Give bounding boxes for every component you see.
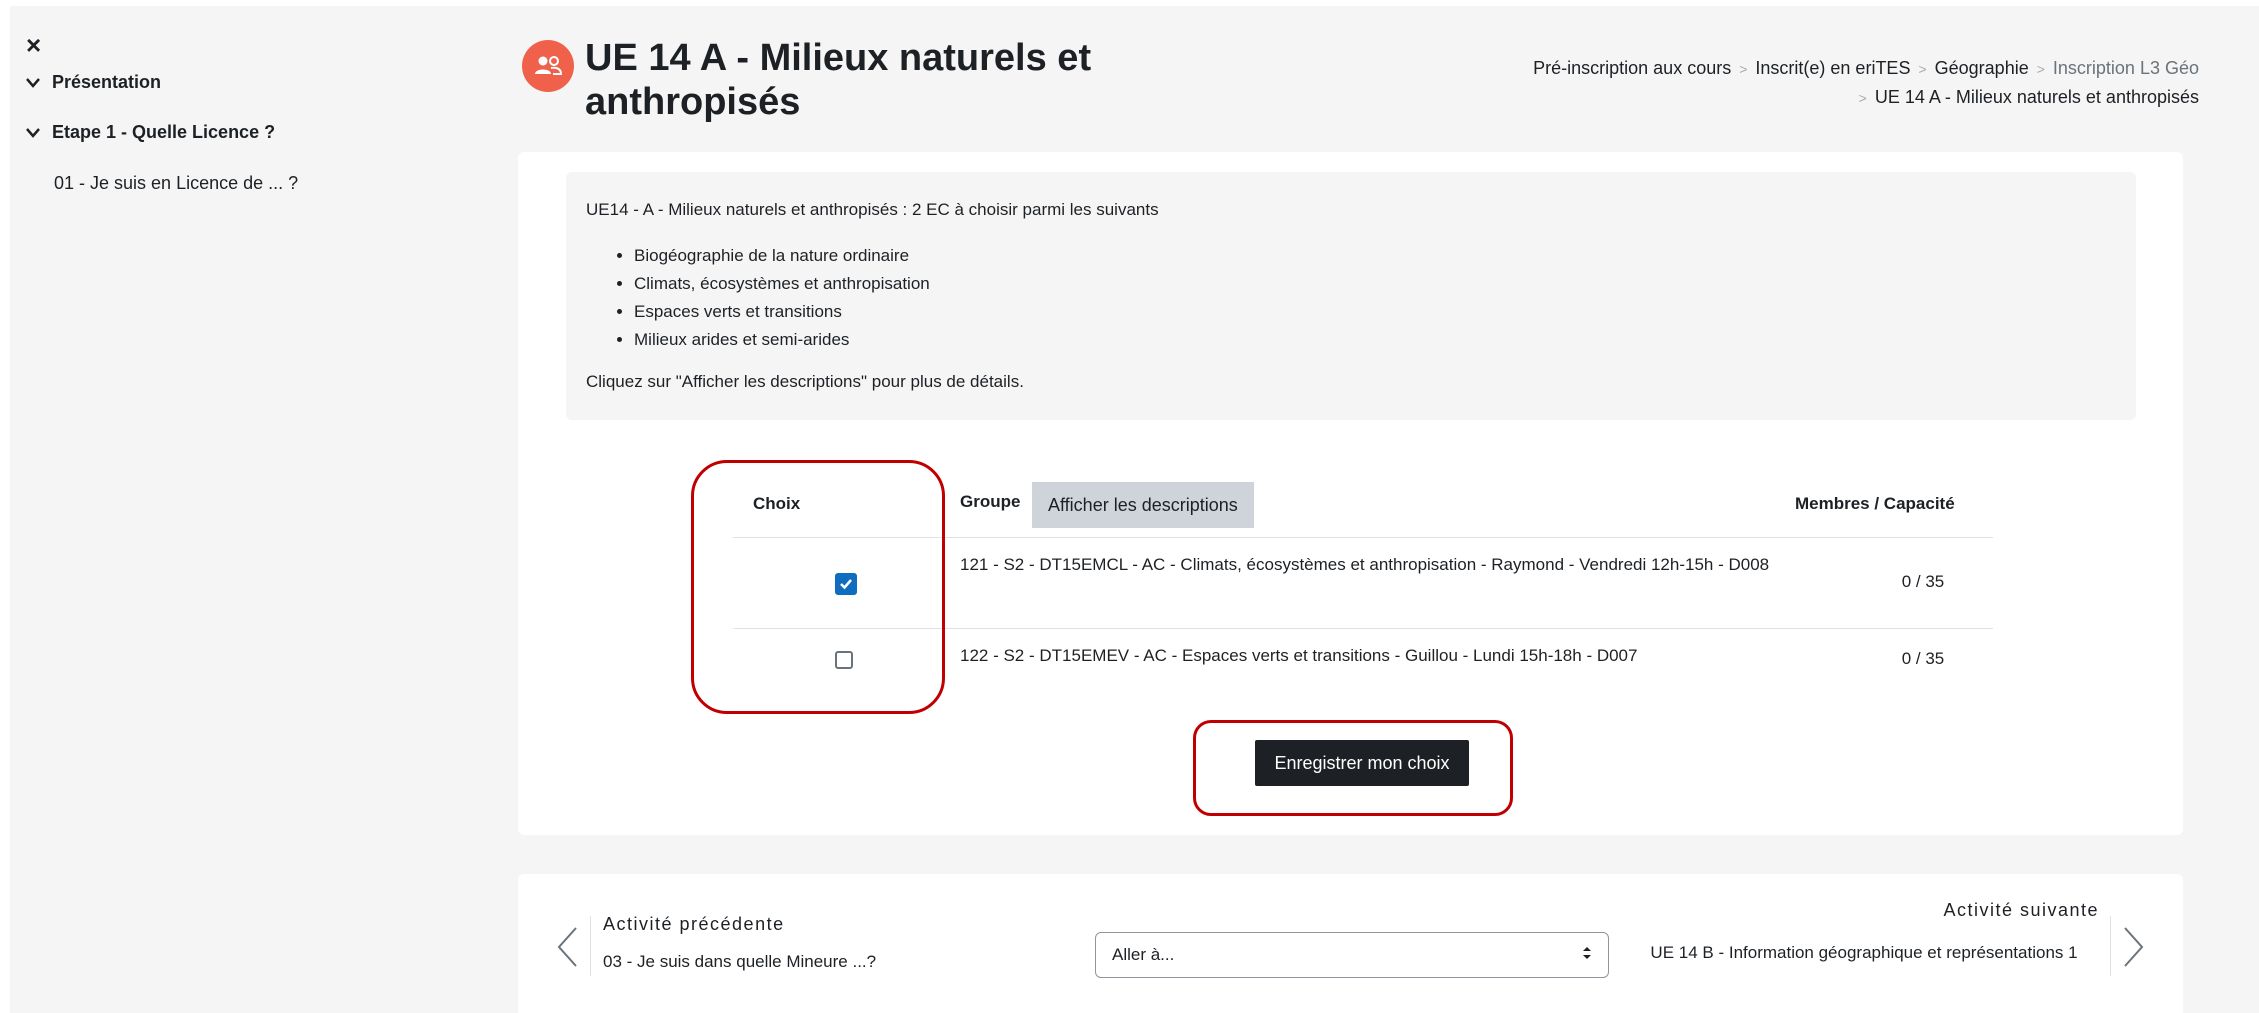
highlight-choice-column <box>691 460 945 714</box>
activity-navigation: Activité précédente 03 - Je suis dans qu… <box>518 874 2183 1013</box>
group-icon <box>522 40 574 92</box>
course-index-drawer: × Présentation Etape 1 - Quelle Licence … <box>10 6 352 1013</box>
next-activity-link[interactable]: UE 14 B - Information géographique et re… <box>1629 940 2099 966</box>
capacity-value: 0 / 35 <box>1901 572 1945 591</box>
breadcrumb-item[interactable]: Inscription L3 Géo <box>2053 58 2199 78</box>
jump-to-value: Aller à... <box>1112 945 1175 964</box>
group-label: 122 - S2 - DT15EMEV - AC - Espaces verts… <box>960 646 1638 665</box>
chevron-right-icon: > <box>1739 61 1748 77</box>
list-item: Milieux arides et semi-arides <box>634 326 2116 354</box>
chevron-right-icon: > <box>1858 90 1867 106</box>
list-item: Climats, écosystèmes et anthropisation <box>634 270 2116 298</box>
section-label: Etape 1 - Quelle Licence ? <box>52 122 276 142</box>
column-header-members: Membres / Capacité <box>1795 494 1955 513</box>
chevron-right-icon[interactable] <box>2123 926 2145 975</box>
breadcrumb-item[interactable]: Géographie <box>1935 58 2029 78</box>
group-label: 121 - S2 - DT15EMCL - AC - Climats, écos… <box>960 555 1770 574</box>
list-item: Espaces verts et transitions <box>634 298 2116 326</box>
chevron-right-icon: > <box>2036 61 2045 77</box>
previous-activity-link[interactable]: 03 - Je suis dans quelle Mineure ...? <box>603 952 876 972</box>
page-frame: × Présentation Etape 1 - Quelle Licence … <box>10 6 2259 1013</box>
show-descriptions-button[interactable]: Afficher les descriptions <box>1032 482 1254 528</box>
breadcrumb-item-current: UE 14 A - Milieux naturels et anthropisé… <box>1874 87 2199 107</box>
chevron-down-icon[interactable] <box>26 125 42 141</box>
column-header-group: Groupe <box>960 492 1021 511</box>
section-label: Présentation <box>52 72 162 92</box>
divider <box>2110 916 2111 976</box>
chevron-left-icon[interactable] <box>556 926 578 975</box>
section-presentation[interactable]: Présentation <box>26 72 161 93</box>
previous-activity-label: Activité précédente <box>603 914 785 934</box>
intro-note: Cliquez sur "Afficher les descriptions" … <box>586 372 1024 391</box>
divider <box>590 916 591 976</box>
drawer-item-licence[interactable]: 01 - Je suis en Licence de ... ? <box>54 173 298 194</box>
list-item: Biogéographie de la nature ordinaire <box>634 242 2116 270</box>
section-etape-1[interactable]: Etape 1 - Quelle Licence ? <box>26 122 275 143</box>
breadcrumb-item[interactable]: Inscrit(e) en eriTES <box>1755 58 1910 78</box>
intro-lead: UE14 - A - Milieux naturels et anthropis… <box>586 200 1159 219</box>
close-drawer-icon[interactable]: × <box>26 30 41 61</box>
chevron-right-icon: > <box>1918 61 1927 77</box>
page-title: UE 14 A - Milieux naturels et anthropisé… <box>585 37 1092 123</box>
breadcrumb: Pré-inscription aux cours > Inscrit(e) en … <box>1319 54 2199 112</box>
intro-box: UE14 - A - Milieux naturels et anthropis… <box>566 172 2136 420</box>
breadcrumb-item[interactable]: Pré-inscription aux cours <box>1533 58 1731 78</box>
capacity-value: 0 / 35 <box>1901 649 1945 668</box>
chevron-down-icon[interactable] <box>26 75 42 91</box>
next-activity-label: Activité suivante <box>1943 900 2099 920</box>
ec-list: Biogéographie de la nature ordinaire Cli… <box>634 242 2116 354</box>
highlight-save-button <box>1193 720 1513 816</box>
select-arrows-icon <box>1582 945 1592 965</box>
jump-to-select[interactable]: Aller à... <box>1095 932 1609 978</box>
